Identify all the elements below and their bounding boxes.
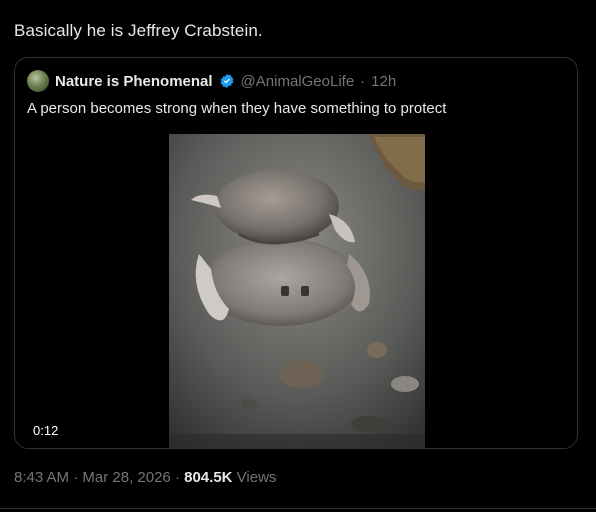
quoted-post-header: Nature is Phenomenal @AnimalGeoLife · 12… xyxy=(27,70,396,92)
divider xyxy=(0,508,596,509)
separator-dot: · xyxy=(170,469,185,486)
views-label: Views xyxy=(232,469,277,486)
quoted-post-card[interactable]: Nature is Phenomenal @AnimalGeoLife · 12… xyxy=(14,57,578,449)
verified-badge-icon xyxy=(219,73,235,89)
post-time[interactable]: 8:43 AM xyxy=(14,469,69,486)
author-name[interactable]: Nature is Phenomenal xyxy=(55,73,213,90)
views-count: 804.5K xyxy=(184,469,233,486)
post-age[interactable]: 12h xyxy=(371,73,396,90)
quoted-post-text: A person becomes strong when they have s… xyxy=(27,100,447,117)
avatar[interactable] xyxy=(27,70,49,92)
separator-dot: · xyxy=(69,469,83,486)
post-date[interactable]: Mar 28, 2026 xyxy=(82,469,170,486)
video-thumbnail[interactable] xyxy=(169,134,425,448)
author-handle[interactable]: @AnimalGeoLife xyxy=(241,73,355,90)
separator-dot: · xyxy=(360,72,366,90)
post-metadata: 8:43 AM · Mar 28, 2026 · 804.5K Views xyxy=(14,469,276,486)
video-player[interactable]: 0:12 xyxy=(15,134,577,448)
post-text: Basically he is Jeffrey Crabstein. xyxy=(14,21,263,40)
video-duration-badge: 0:12 xyxy=(27,421,65,440)
